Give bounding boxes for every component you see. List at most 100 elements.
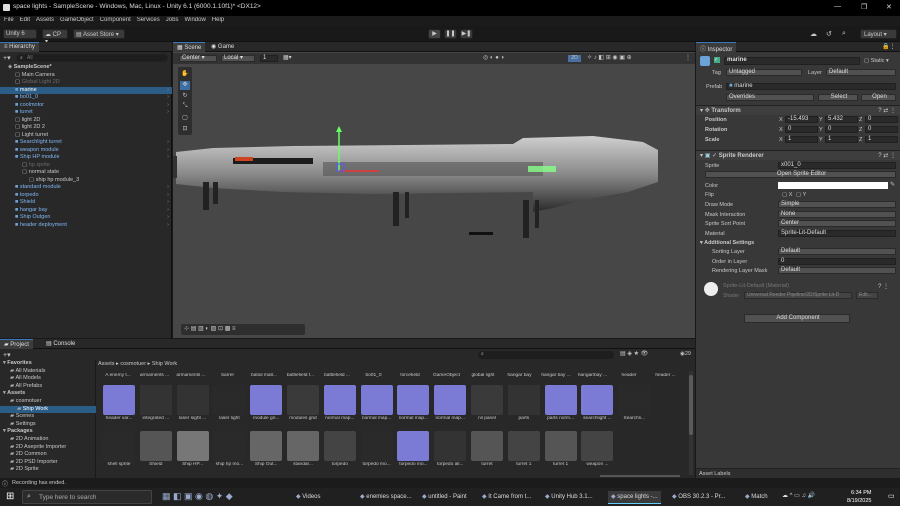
lighting-icon[interactable]: ✧ ♪ ◧ ⊞ ◉ ▣ ⊕ <box>587 54 632 61</box>
asset-label[interactable]: forcefield <box>392 373 428 378</box>
breadcrumb-assets[interactable]: Assets <box>98 361 115 367</box>
filter-icons[interactable]: ▤ ◈ ★ 👁 <box>620 350 648 357</box>
asset-tile[interactable]: torpedo mo... <box>394 431 432 473</box>
asset-tile[interactable]: torpedo all... <box>431 431 469 473</box>
project-scrollbar[interactable] <box>689 371 693 475</box>
more-options-icon[interactable]: ⋮ <box>685 54 691 61</box>
chevron-right-icon[interactable]: › <box>167 147 169 154</box>
asset-tile[interactable]: Ship HP... <box>174 431 212 473</box>
overrides-dropdown[interactable]: Overrides <box>726 94 814 101</box>
hierarchy-item[interactable]: ■ weapon module › <box>0 147 172 154</box>
asset-tile[interactable]: turret <box>468 431 506 473</box>
asset-tile[interactable]: Ship Out... <box>247 431 285 473</box>
transform-position-y-field[interactable]: 5.432 <box>825 116 858 123</box>
tab-console[interactable]: ▤ Console <box>42 339 79 349</box>
asset-tile[interactable]: torpedo <box>321 431 359 473</box>
asset-store-button[interactable]: ▤ Asset Store ▾ <box>73 29 125 39</box>
transform-scale-z-field[interactable]: 1 <box>865 136 898 143</box>
chevron-right-icon[interactable]: › <box>167 109 169 116</box>
transform-header[interactable]: ▾ ✥ Transform? ⇄ ⋮ <box>696 105 900 115</box>
hierarchy-item[interactable]: ▢ Light turret <box>0 132 172 139</box>
step-button[interactable]: ▶❚ <box>460 29 473 39</box>
component-menu-icon[interactable]: ? ⇄ ⋮ <box>878 106 896 116</box>
project-tree-item[interactable]: ▰ All Models <box>0 375 96 382</box>
tab-game[interactable]: ◉ Game <box>207 42 238 52</box>
chevron-right-icon[interactable]: › <box>167 94 169 101</box>
transform-rotation-y-field[interactable]: 0 <box>825 126 858 133</box>
2d-toggle[interactable]: 2D <box>568 55 581 62</box>
history-icon[interactable]: ↺ <box>826 30 832 38</box>
active-checkbox[interactable]: ✓ <box>714 57 720 63</box>
select-button[interactable]: Select <box>818 94 858 101</box>
color-swatch[interactable] <box>778 182 888 189</box>
hierarchy-item[interactable]: ▢ light 2D 2 <box>0 124 172 131</box>
asset-label[interactable]: batoil matl... <box>246 373 282 378</box>
menu-file[interactable]: File <box>4 17 14 23</box>
hierarchy-item[interactable]: ■ standard module › <box>0 184 172 191</box>
open-button[interactable]: Open <box>861 94 896 101</box>
order-in-layer-field[interactable]: 0 <box>778 257 896 265</box>
asset-tile[interactable]: weapon ... <box>578 431 616 473</box>
scale-tool-icon[interactable]: ⤡ <box>180 103 190 112</box>
hierarchy-item[interactable]: ▢ ship hp module_3 <box>0 177 172 184</box>
project-tree-item[interactable]: ▰ 2D Common <box>0 451 96 458</box>
asset-tile[interactable]: laser sight ... <box>174 385 212 427</box>
menu-help[interactable]: Help <box>212 17 224 23</box>
menu-component[interactable]: Component <box>100 17 131 23</box>
hierarchy-item[interactable]: ▢ normal state <box>0 169 172 176</box>
asset-label[interactable]: armaments ... <box>137 373 173 378</box>
layer-dropdown[interactable]: Default <box>826 69 896 76</box>
scene-view[interactable]: ▦ Scene ◉ Game Center ▾ Local ▾ 1 ▦▾ ◎ ◐… <box>173 42 695 338</box>
draw-mode-dropdown[interactable]: Simple <box>778 201 896 208</box>
project-tree-item[interactable]: ▰ All Materials <box>0 368 96 375</box>
hierarchy-item[interactable]: ▢ hp sprite <box>0 162 172 169</box>
asset-tile[interactable]: normal map... <box>358 385 396 427</box>
menu-window[interactable]: Window <box>184 17 205 23</box>
asset-tile[interactable]: nil panel <box>468 385 506 427</box>
asset-label[interactable]: hangar bay <box>502 373 538 378</box>
flip-x-checkbox[interactable]: ▢ X <box>782 192 792 198</box>
sprite-sort-point-dropdown[interactable]: Center <box>778 220 896 227</box>
taskbar-app[interactable]: ◆ OBS 30.2.3 - Pr... <box>672 491 725 504</box>
hierarchy-item[interactable]: ▢ Global Light 2D <box>0 79 172 86</box>
asset-label[interactable]: global light <box>465 373 501 378</box>
collab-button[interactable]: ☁ CP ▾ <box>42 29 68 45</box>
transform-rotation-z-field[interactable]: 0 <box>865 126 898 133</box>
play-button[interactable]: ▶ <box>428 29 441 39</box>
add-component-button[interactable]: Add Component <box>744 314 850 323</box>
pinned-apps-icons[interactable]: ▦ ◧ ▣ ◉ ◍ ✦ ◆ <box>162 491 233 502</box>
material-menu-icon[interactable]: ? ⋮ <box>878 283 889 290</box>
hierarchy-item[interactable]: ▢ light 2D <box>0 117 172 124</box>
asset-label[interactable]: battlefield f... <box>283 373 319 378</box>
taskbar-search[interactable]: ⌕ Type here to search <box>22 490 152 504</box>
breadcrumb-cosmotuer[interactable]: cosmotuer <box>120 361 146 367</box>
asset-tile[interactable]: normal map... <box>394 385 432 427</box>
maximize-button[interactable]: ❐ <box>861 3 867 11</box>
close-button[interactable]: ✕ <box>886 3 892 11</box>
asset-label[interactable]: header <box>611 373 647 378</box>
taskbar-app[interactable]: ◆ untitled - Paint <box>422 491 467 504</box>
transform-scale-x-field[interactable]: 1 <box>785 136 818 143</box>
pause-button[interactable]: ❚❚ <box>444 29 457 39</box>
chevron-right-icon[interactable]: › <box>167 199 169 206</box>
asset-label[interactable]: barrel <box>210 373 246 378</box>
cloud-services-icon[interactable]: ☁ <box>810 30 817 38</box>
tab-scene[interactable]: ▦ Scene <box>173 42 206 52</box>
menu-jobs[interactable]: Jobs <box>166 17 179 23</box>
asset-label[interactable]: bo01_0 <box>356 373 392 378</box>
project-tree-item[interactable]: ▰ All Prefabs <box>0 383 96 390</box>
hierarchy-tab[interactable]: ≡ Hierarchy <box>0 42 39 52</box>
asset-tile[interactable]: laser light <box>210 385 248 427</box>
project-tree-item[interactable]: ▰ cosmotuer <box>0 398 96 405</box>
asset-label[interactable]: header ... <box>648 373 684 378</box>
lock-icon[interactable]: 🔒⋮ <box>882 43 895 50</box>
inspector-tab[interactable]: ⓘ Inspector <box>696 42 737 53</box>
sprite-field[interactable]: x001_0 <box>778 162 896 169</box>
hierarchy-item[interactable]: ■ Ship Outgen › <box>0 214 172 221</box>
project-tree-item[interactable]: ▾ Favorites <box>0 360 96 367</box>
grid-size-field[interactable]: 1 <box>260 55 278 62</box>
asset-tile[interactable]: header var... <box>100 385 138 427</box>
menu-edit[interactable]: Edit <box>20 17 30 23</box>
hierarchy-item[interactable]: ■ Searchlight turret › <box>0 139 172 146</box>
space-dropdown[interactable]: Local ▾ <box>221 55 255 62</box>
